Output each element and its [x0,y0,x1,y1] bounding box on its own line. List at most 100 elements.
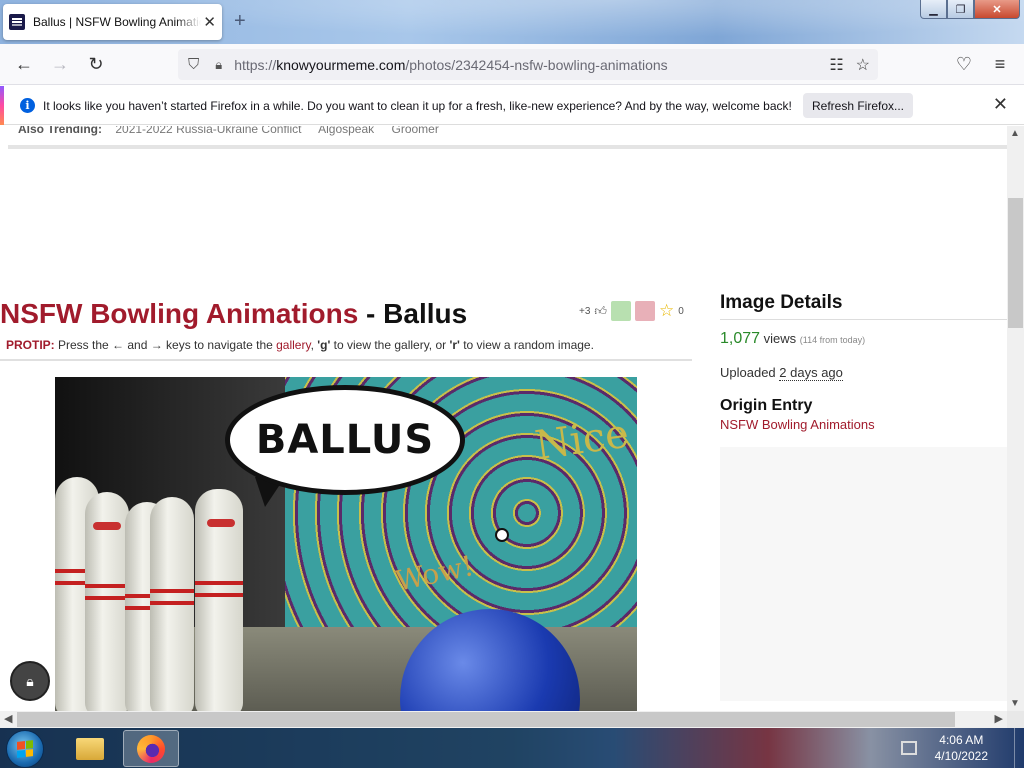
taskbar: 4:06 AM 4/10/2022 [0,728,1024,768]
scroll-up-icon[interactable]: ▲ [1010,128,1020,139]
tracking-protection-shield-icon[interactable]: ⛉ [188,56,199,73]
upvote-button[interactable] [610,301,631,321]
downvote-button[interactable] [634,301,655,321]
vote-score: +3 [579,305,591,317]
page-title: NSFW Bowling Animations - Ballus [0,298,467,330]
scroll-left-icon[interactable]: ◀ [4,712,12,725]
site-favicon-icon [9,14,25,30]
meme-image[interactable]: Nice Wow! BALLUS [55,377,637,711]
trending-link[interactable]: Groomer [392,126,439,136]
restore-button[interactable]: ❐ [947,0,974,19]
firefox-icon [137,734,165,763]
also-trending-bar: Also Trending: 2021-2022 Russia-Ukraine … [18,126,453,136]
back-arrow-icon[interactable]: ← [8,48,40,80]
bowling-pin [85,492,129,711]
pin-eyes [207,519,235,527]
taskbar-firefox[interactable] [123,730,179,767]
thumbs-up-icon: 👍︎ [594,303,607,318]
clock[interactable]: 4:06 AM 4/10/2022 [935,732,988,764]
protip-key-g: 'g' [317,338,331,352]
privacy-lock-button[interactable]: 🔒︎ [10,661,50,701]
reload-icon[interactable]: ↻ [80,48,112,80]
minimize-button[interactable]: ▁ [920,0,947,19]
url-bar[interactable]: ⛉ 🔒︎ https://knowyourmeme.com/photos/234… [178,49,878,80]
windows-logo-icon [17,740,33,758]
protip-part: to view a random image. [459,338,594,352]
protip-text: PROTIP: Press the ← and → keys to naviga… [6,338,594,352]
notification-accent-stripe [0,86,4,125]
url-domain: knowyourmeme.com [276,56,406,73]
vertical-scrollbar[interactable]: ▲ ▼ [1007,126,1024,711]
clock-time: 4:06 AM [939,733,984,747]
url-text[interactable]: https://knowyourmeme.com/photos/2342454-… [234,57,667,73]
close-window-button[interactable]: ✕ [974,0,1020,19]
pin-eyes [93,522,121,530]
trending-link[interactable]: 2021-2022 Russia-Ukraine Conflict [115,126,301,136]
image-details-title: Image Details [720,292,843,313]
uploaded-time: 2 days ago [779,365,843,381]
app-menu-icon[interactable]: ≡ [984,48,1016,80]
reader-view-icon[interactable]: ☷ [829,55,843,75]
new-tab-icon[interactable]: + [234,10,246,33]
window-controls: ▁ ❐ ✕ [920,0,1020,19]
divider [8,145,1007,149]
trending-label: Also Trending: [18,126,102,136]
pocket-icon[interactable]: ♡ [948,48,980,80]
taskbar-file-explorer[interactable] [62,730,118,767]
favorites-count: 0 [678,305,684,317]
page-viewport: Also Trending: 2021-2022 Russia-Ukraine … [0,126,1007,711]
protip-label: PROTIP: [6,338,55,352]
info-icon: i [20,98,35,113]
vertical-scroll-thumb[interactable] [1008,198,1023,328]
zoom-cursor-icon [495,528,509,542]
url-path: /photos/2342454-nsfw-bowling-animations [405,56,668,73]
speech-bubble: BALLUS [225,385,465,495]
network-icon[interactable] [900,741,917,755]
forward-arrow-icon[interactable]: → [44,48,76,80]
bookmark-star-icon[interactable]: ☆ [856,55,870,75]
title-separator: - [358,298,384,329]
title-bar: Ballus | NSFW Bowling Animations ✕ + ▁ ❐… [0,0,1024,44]
lock-icon: 🔒︎ [26,672,34,689]
url-bar-actions: ☷ ☆ [829,55,878,75]
refresh-firefox-button[interactable]: Refresh Firefox... [803,93,913,118]
tab-close-icon[interactable]: ✕ [203,13,216,31]
divider [720,319,1007,320]
clock-date: 4/10/2022 [934,749,988,763]
views-stat: 1,077 views (114 from today) [720,330,865,348]
origin-entry-link[interactable]: NSFW Bowling Animations [720,417,875,432]
notification-bar: i It looks like you haven’t started Fire… [0,86,1024,125]
padlock-icon[interactable]: 🔒︎ [215,57,222,73]
favorite-star-icon[interactable]: ☆ [659,301,674,321]
protip-part: Press the ← and → keys to navigate the [54,338,277,352]
protip-key-r: 'r' [449,338,460,352]
scroll-down-icon[interactable]: ▼ [1010,698,1020,709]
views-today: (114 from today) [799,335,866,345]
folder-icon [76,737,104,760]
speech-bubble-text: BALLUS [255,417,435,463]
start-button[interactable] [6,730,44,768]
views-count: 1,077 [720,330,761,347]
browser-tab[interactable]: Ballus | NSFW Bowling Animations ✕ [3,4,222,40]
show-desktop-button[interactable] [1014,728,1024,768]
image-title: Ballus [383,298,468,329]
navigation-bar: ← → ↻ ⛉ 🔒︎ https://knowyourmeme.com/phot… [0,44,1024,85]
bowling-pin [150,497,194,711]
views-label: views [760,331,800,346]
entry-title-link[interactable]: NSFW Bowling Animations [0,298,358,329]
uploaded-stat: Uploaded 2 days ago [720,365,843,381]
horizontal-scrollbar[interactable]: ◀ ▶ [0,711,1007,728]
tab-title: Ballus | NSFW Bowling Animations [33,15,201,29]
bowling-pin [195,489,243,711]
uploaded-label: Uploaded [720,365,780,380]
origin-entry-heading: Origin Entry [720,397,813,414]
gallery-link[interactable]: gallery [276,338,310,352]
scroll-right-icon[interactable]: ▶ [995,712,1003,725]
protip-part: to view the gallery, or [330,338,450,352]
notification-message: It looks like you haven’t started Firefo… [43,99,792,113]
url-prefix: https:// [234,56,277,73]
system-tray: 4:06 AM 4/10/2022 [900,728,1024,768]
trending-link[interactable]: Algospeak [318,126,374,136]
notification-close-icon[interactable]: ✕ [993,94,1008,115]
horizontal-scroll-thumb[interactable] [17,712,955,727]
